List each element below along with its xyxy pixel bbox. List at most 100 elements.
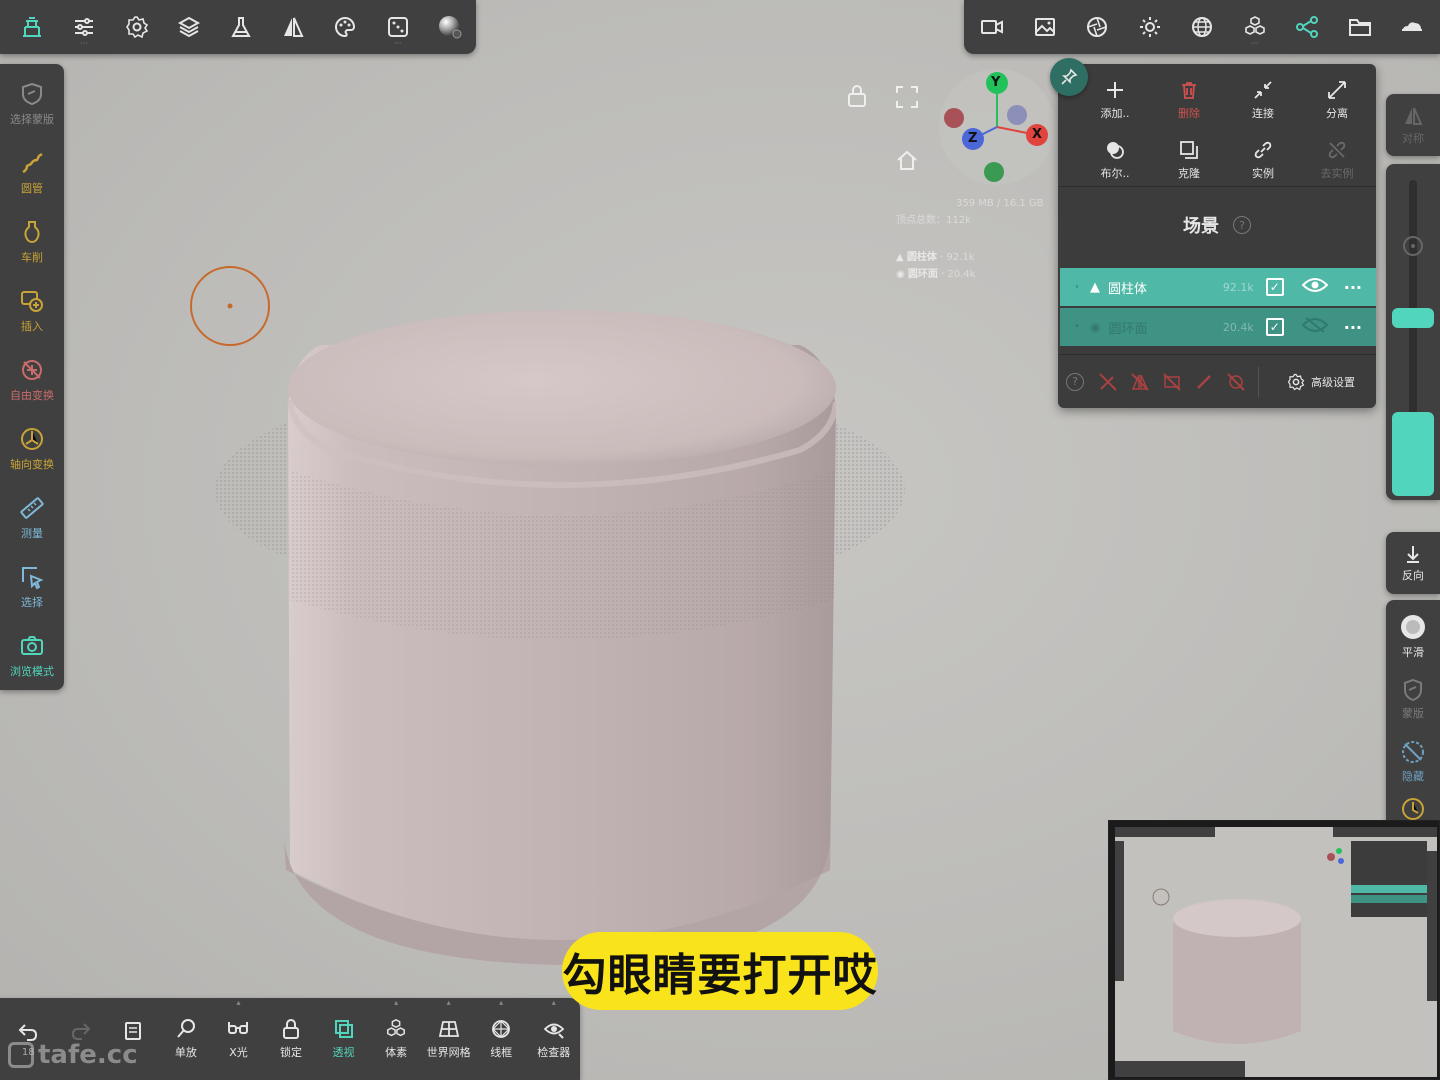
lock-disabled-icon[interactable] [1226,372,1246,392]
record-button[interactable] [966,0,1019,54]
help-icon[interactable]: ? [1066,372,1084,391]
intensity-slider-fill[interactable] [1392,412,1434,496]
scene-row-cylinder[interactable]: › ▲ 圆柱体 92.1k ✓ ··· [1060,268,1376,306]
flask-icon [231,17,251,37]
add-button[interactable]: 添加.. [1078,70,1152,130]
expand-dot-icon[interactable]: • [1068,322,1086,332]
stats-object-row: ▲ 圆柱体 · 92.1k [896,252,975,263]
right-slider-panel [1386,164,1440,500]
smooth-button[interactable]: 平滑 [1386,604,1440,668]
clone-button[interactable]: 克隆 [1152,130,1226,190]
select-checkbox[interactable]: ✓ [1265,318,1284,336]
merge-button[interactable]: 连接 [1226,70,1300,130]
watermark-logo-icon [8,1042,34,1068]
hide-button[interactable]: 隐藏 [1386,730,1440,792]
settings-sliders-button[interactable]: ··· [58,0,110,54]
world-grid-button[interactable]: ▴ 世界网格 [422,998,475,1080]
video-subtitle: 勾眼睛要打开哎 [562,932,878,1010]
files-button[interactable] [1334,0,1387,54]
tool-browse-mode[interactable]: 浏览模式 [0,621,64,690]
boolean-button[interactable]: 布尔.. [1078,130,1152,190]
scene-title-row: 场景 ? [1058,212,1376,238]
symmetry-disabled-icon[interactable] [1130,372,1150,392]
random-button[interactable]: ··· [372,0,424,54]
mask-disabled-icon[interactable] [1162,372,1182,392]
tool-select[interactable]: 选择 [0,552,64,621]
scene-gallery-button[interactable] [6,0,58,54]
visibility-eye-icon[interactable] [1301,277,1329,297]
paint-disabled-icon[interactable] [1194,372,1214,392]
voxel-button[interactable]: ▴ 体素 [370,998,423,1080]
more-icon[interactable]: ··· [1344,318,1362,337]
symmetry-button[interactable] [267,0,319,54]
pin-panel-button[interactable] [1050,58,1088,96]
arrow-down-icon [1407,545,1419,563]
instance-button[interactable]: 实例 [1226,130,1300,190]
cube-group-icon [1244,16,1265,35]
home-view-icon[interactable] [896,149,918,175]
matcap-sphere-icon [438,16,462,39]
scene-row-torus[interactable]: • ◉ 圆环面 20.4k ✓ ··· [1060,308,1376,346]
post-process-button[interactable] [1071,0,1124,54]
trash-icon [1182,81,1196,99]
brush-disabled-icon[interactable] [1098,372,1118,392]
xray-button[interactable]: ▴ X光 [212,998,265,1080]
object-name[interactable]: 圆柱体 [1108,278,1147,297]
axis-gizmo[interactable]: Y X Z [936,66,1058,188]
wireframe-icon [492,1020,511,1038]
settings-gear-icon [1287,373,1305,390]
inspector-button[interactable]: ▴ 检查器 [527,998,580,1080]
help-icon[interactable]: ? [1233,216,1251,234]
merge-icon [1254,80,1272,99]
tool-measure[interactable]: 测量 [0,483,64,552]
aperture-icon [1087,17,1108,37]
reverse-button[interactable]: 反向 [1386,532,1440,594]
camera-icon [21,635,43,655]
cloud-icon [1402,22,1423,31]
scene-button[interactable] [1281,0,1334,54]
cloud-button[interactable] [1386,0,1439,54]
matcap-button[interactable] [424,0,476,54]
tool-lathe[interactable]: 车削 [0,208,64,277]
layers-button[interactable] [163,0,215,54]
palette-button[interactable] [319,0,371,54]
environment-button[interactable] [1176,0,1229,54]
lighting-button[interactable] [1124,0,1177,54]
settings-button[interactable] [110,0,162,54]
fullscreen-icon[interactable] [896,86,918,112]
symmetry-toggle[interactable]: 对称 [1386,94,1440,156]
materials-button[interactable] [215,0,267,54]
select-checkbox[interactable]: ✓ [1265,278,1284,296]
transparency-button[interactable]: 透视 [317,998,370,1080]
tool-tube[interactable]: 圆管 [0,139,64,208]
delete-button[interactable]: 删除 [1152,70,1226,130]
left-tool-sidebar: 选择蒙版 圆管 车削 插入 自由变换 轴向变换 测量 选择 浏览模式 [0,64,64,690]
expand-arrow-icon[interactable]: › [1068,282,1086,292]
tool-mask-select[interactable]: 选择蒙版 [0,70,64,139]
tool-insert[interactable]: 插入 [0,277,64,346]
object-name[interactable]: 圆环面 [1108,318,1147,337]
radius-slider-thumb[interactable] [1392,308,1434,328]
visibility-eye-off-icon[interactable] [1301,317,1329,337]
scene-actions: 添加.. 删除 连接 分离 布尔.. 克隆 实例 去实例 [1078,70,1374,190]
sun-icon [1139,17,1160,37]
watermark: tafe.cc [8,1040,138,1070]
lock-button[interactable]: 锁定 [265,998,318,1080]
axis-transform-icon [21,427,43,450]
split-button[interactable]: 分离 [1300,70,1374,130]
right-reverse-panel: 反向 [1386,532,1440,594]
topology-button[interactable]: ··· [1229,0,1282,54]
single-zoom-button[interactable]: 单放 [160,998,213,1080]
tool-axis-transform[interactable]: 轴向变换 [0,414,64,483]
uninstance-button[interactable]: 去实例 [1300,130,1374,190]
background-button[interactable] [1019,0,1072,54]
advanced-settings-button[interactable]: 高级设置 [1287,373,1355,391]
ruler-icon [20,497,44,519]
more-icon[interactable]: ··· [1344,278,1362,297]
globe-icon [1192,17,1213,37]
tool-free-transform[interactable]: 自由变换 [0,346,64,415]
mask-button[interactable]: 蒙版 [1386,668,1440,730]
wireframe-button[interactable]: ▴ 线框 [475,998,528,1080]
lock-view-icon[interactable] [846,84,868,112]
object-count: 20.4k [1222,320,1254,334]
